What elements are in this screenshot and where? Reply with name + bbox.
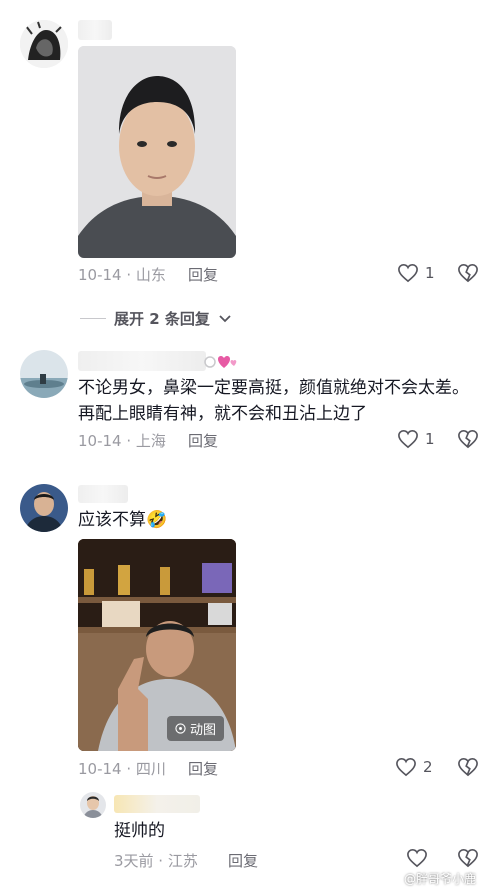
play-circle-icon	[175, 723, 186, 734]
animated-badge-label: 动图	[189, 723, 216, 738]
username-blurred[interactable]	[114, 795, 200, 813]
heart-icon	[398, 263, 418, 283]
comment-text: 应该不算🤣	[78, 507, 167, 533]
like-count: 2	[423, 758, 433, 776]
dislike-button[interactable]	[457, 429, 479, 449]
like-button[interactable]: 1	[397, 263, 435, 283]
comment-photo[interactable]	[78, 46, 236, 258]
dislike-button[interactable]	[457, 848, 479, 868]
comment-text: 不论男女，鼻梁一定要高挺，颜值就绝对不会太差。再配上眼睛有神，就不会和丑沾上边了	[78, 378, 469, 424]
avatar[interactable]	[80, 792, 106, 818]
dislike-button[interactable]	[457, 757, 479, 777]
dislike-button[interactable]	[457, 263, 479, 283]
reply-text: 挺帅的	[114, 821, 165, 841]
like-count: 1	[425, 430, 435, 448]
like-button[interactable]: 2	[395, 757, 433, 777]
username-blurred[interactable]	[78, 20, 112, 40]
broken-heart-icon	[458, 429, 478, 449]
broken-heart-icon	[458, 848, 478, 868]
comment-meta: 10-14 · 山东	[78, 266, 166, 284]
photo-image	[78, 46, 236, 258]
expand-replies-label: 展开 2 条回复	[114, 310, 210, 328]
heart-icon	[407, 848, 427, 868]
like-button[interactable]: 1	[397, 429, 435, 449]
avatar[interactable]	[20, 350, 68, 398]
comment-meta: 10-14 · 四川	[78, 760, 166, 778]
comment-text-content: 应该不算	[78, 510, 146, 530]
broken-heart-icon	[458, 757, 478, 777]
comment-meta: 10-14 · 上海	[78, 432, 166, 450]
heart-icon	[396, 757, 416, 777]
avatar-image	[20, 20, 68, 68]
avatar-image	[20, 484, 68, 532]
reply-button[interactable]: 回复	[188, 430, 218, 451]
user-badge-icon	[204, 356, 237, 368]
username-blurred[interactable]	[78, 485, 128, 503]
chevron-down-icon	[219, 314, 231, 322]
avatar-image	[80, 792, 106, 818]
username-blurred[interactable]	[78, 351, 206, 371]
reply-button[interactable]: 回复	[188, 758, 218, 779]
animated-badge: 动图	[166, 716, 224, 741]
reply-meta: 3天前 · 江苏	[114, 852, 198, 870]
broken-heart-icon	[458, 263, 478, 283]
expand-replies[interactable]: 展开 2 条回复	[80, 308, 232, 329]
reply-button[interactable]: 回复	[228, 850, 258, 871]
avatar[interactable]	[20, 20, 68, 68]
reply-button[interactable]: 回复	[188, 264, 218, 285]
laughing-emoji: 🤣	[146, 510, 168, 530]
comment-animated-photo[interactable]: 动图	[78, 539, 236, 751]
like-count: 1	[425, 264, 435, 282]
heart-icon	[398, 429, 418, 449]
divider	[80, 318, 106, 319]
avatar[interactable]	[20, 484, 68, 532]
like-button[interactable]	[406, 848, 428, 868]
avatar-image	[20, 350, 68, 398]
watermark: @胖哥爷小鹿	[404, 872, 477, 886]
